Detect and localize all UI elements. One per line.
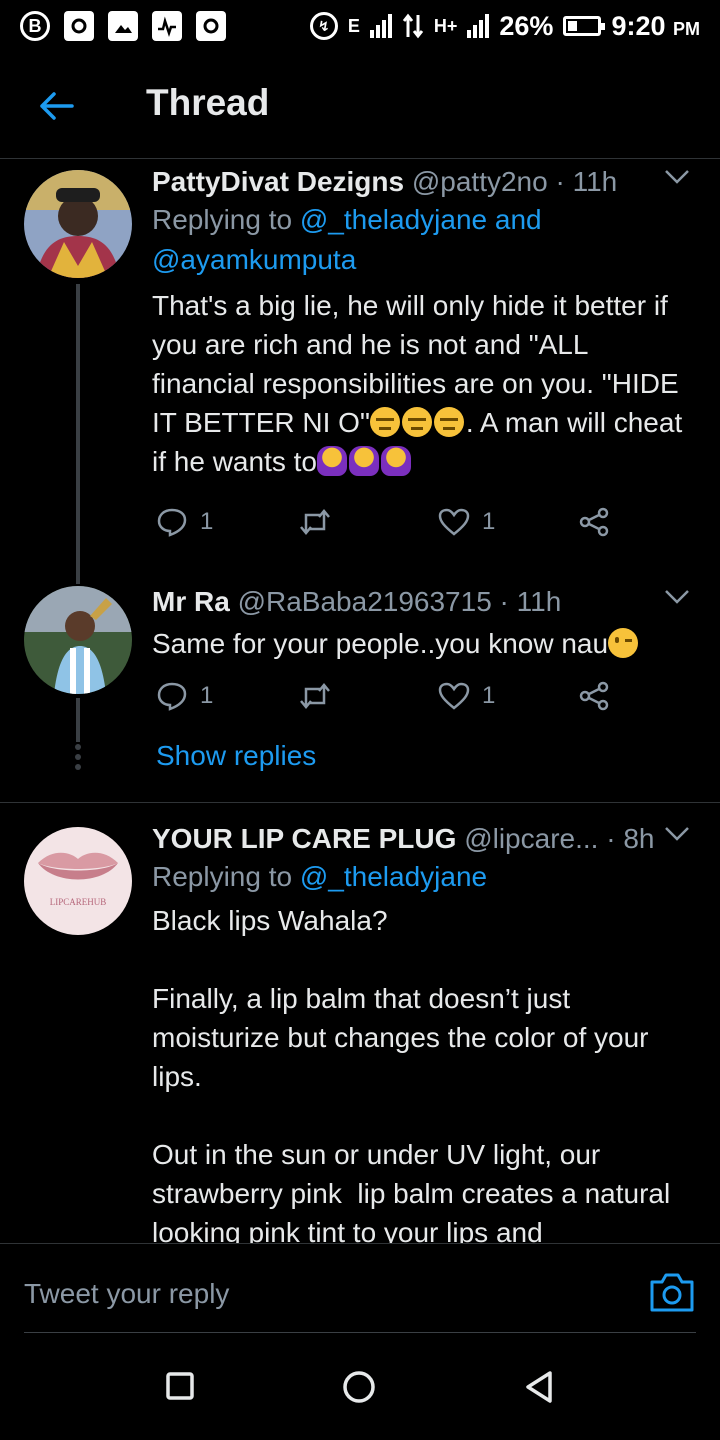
b-circle-icon: B — [20, 11, 50, 41]
tweet-text: That's a big lie, he will only hide it b… — [152, 290, 691, 477]
unamused-emoji-icon — [401, 407, 432, 437]
chevron-down-icon[interactable] — [664, 168, 690, 186]
circle-icon — [343, 1371, 375, 1403]
tweet-content: PattyDivat Dezigns @patty2no · 11h Reply… — [152, 164, 690, 481]
thread-connector — [76, 284, 80, 584]
tweet-actions: 1 1 — [152, 676, 622, 716]
network-type-b: H+ — [433, 15, 458, 36]
tweet-text: Same for your people..you know nau — [152, 624, 690, 663]
author-handle[interactable]: @lipcare... — [464, 823, 598, 854]
signal-icon — [369, 14, 392, 38]
like-count: 1 — [482, 508, 496, 535]
page-title: Thread — [146, 82, 270, 123]
data-saver-icon: ↯ — [309, 12, 338, 40]
network-type-a: E — [347, 15, 360, 36]
tweet-actions: 1 1 — [152, 502, 622, 542]
tweet-time: · 11h — [499, 586, 562, 617]
reply-button[interactable]: 1 — [156, 681, 213, 711]
thread-screen: B ↯ E H+ 26% 9:20 PM Thread PattyDivat D… — [0, 0, 720, 1440]
avatar-logo-text: LIPCAREHUB — [49, 897, 107, 907]
avatar[interactable]: LIPCAREHUB — [24, 827, 132, 935]
status-right: ↯ E H+ 26% 9:20 PM — [309, 10, 700, 42]
share-icon — [579, 507, 609, 537]
reply-count: 1 — [200, 508, 214, 535]
tweet-header: Mr Ra @RaBaba21963715 · 11h — [152, 584, 690, 620]
back-button[interactable] — [34, 84, 78, 128]
reply-icon — [157, 508, 187, 537]
status-left-icons: B — [20, 11, 226, 41]
share-button[interactable] — [578, 507, 610, 537]
unamused-emoji-icon — [369, 407, 400, 437]
retweet-button[interactable] — [298, 682, 332, 710]
facepalm-emoji-icon — [316, 446, 347, 476]
author-handle[interactable]: @RaBaba21963715 — [238, 586, 492, 617]
tweet[interactable]: LIPCAREHUB YOUR LIP CARE PLUG @lipcare..… — [0, 803, 720, 1243]
heart-icon — [438, 682, 470, 710]
back-arrow-icon — [40, 92, 74, 120]
activity-icon — [152, 11, 182, 41]
avatar[interactable] — [24, 586, 132, 694]
reply-input[interactable] — [24, 1274, 624, 1314]
avatar[interactable] — [24, 170, 132, 278]
thread-header: Thread — [0, 52, 720, 159]
system-nav-bar — [0, 1334, 720, 1440]
mention-link[interactable]: @_theladyjane — [300, 861, 487, 892]
share-button[interactable] — [578, 681, 610, 711]
reply-icon — [157, 682, 187, 711]
retweet-icon — [300, 683, 330, 709]
thread-feed[interactable]: PattyDivat Dezigns @patty2no · 11h Reply… — [0, 160, 720, 1243]
replying-to: Replying to @_theladyjane and @ayamkumpu… — [152, 204, 542, 275]
facepalm-emoji-icon — [348, 446, 379, 476]
retweet-icon — [300, 509, 330, 535]
heart-icon — [438, 508, 470, 536]
data-arrows-icon — [402, 13, 424, 39]
replying-to: Replying to @_theladyjane — [152, 861, 488, 892]
tweet-time: · 8h — [606, 823, 655, 854]
photo-box-icon — [196, 11, 226, 41]
battery-icon — [563, 16, 606, 36]
home-button[interactable] — [342, 1370, 376, 1409]
status-bar: B ↯ E H+ 26% 9:20 PM — [0, 0, 720, 52]
reply-button[interactable]: 1 — [156, 507, 213, 537]
like-button[interactable]: 1 — [438, 682, 495, 710]
battery-percent: 26% — [499, 10, 554, 41]
image-icon — [108, 11, 138, 41]
recents-button[interactable] — [166, 1372, 194, 1405]
tweet-header: YOUR LIP CARE PLUG @lipcare... · 8h — [152, 821, 690, 857]
reply-count: 1 — [200, 682, 214, 709]
thread-connector — [76, 698, 80, 742]
tweet[interactable]: Mr Ra @RaBaba21963715 · 11h Same for you… — [0, 580, 720, 804]
back-nav-button[interactable] — [524, 1370, 554, 1409]
square-icon — [166, 1372, 194, 1400]
wink-emoji-icon — [608, 628, 639, 658]
tweet-content: Mr Ra @RaBaba21963715 · 11h Same for you… — [152, 584, 690, 663]
triangle-back-icon — [526, 1371, 552, 1403]
retweet-button[interactable] — [298, 508, 332, 536]
reply-composer — [0, 1243, 720, 1333]
thread-dots — [75, 744, 81, 774]
facepalm-emoji-icon — [380, 446, 411, 476]
show-replies-link[interactable]: Show replies — [156, 740, 316, 772]
like-button[interactable]: 1 — [438, 508, 495, 536]
chevron-down-icon[interactable] — [664, 825, 690, 843]
camera-icon — [650, 1273, 694, 1312]
signal-icon — [467, 14, 490, 38]
input-underline — [24, 1332, 696, 1333]
author-name[interactable]: PattyDivat Dezigns — [152, 166, 404, 197]
tweet-content: YOUR LIP CARE PLUG @lipcare... · 8h Repl… — [152, 821, 690, 1243]
tweet-time: · 11h — [555, 166, 618, 197]
photo-box-icon — [64, 11, 94, 41]
clock: 9:20 PM — [611, 10, 700, 41]
camera-button[interactable] — [648, 1270, 696, 1318]
tweet[interactable]: PattyDivat Dezigns @patty2no · 11h Reply… — [0, 160, 720, 584]
author-name[interactable]: Mr Ra — [152, 586, 230, 617]
tweet-header: PattyDivat Dezigns @patty2no · 11h — [152, 164, 690, 200]
author-name[interactable]: YOUR LIP CARE PLUG — [152, 823, 456, 854]
unamused-emoji-icon — [433, 407, 464, 437]
tweet-text: Black lips Wahala? Finally, a lip balm t… — [152, 905, 671, 1243]
share-icon — [579, 681, 609, 711]
like-count: 1 — [482, 682, 496, 709]
author-handle[interactable]: @patty2no — [412, 166, 548, 197]
chevron-down-icon[interactable] — [664, 588, 690, 606]
